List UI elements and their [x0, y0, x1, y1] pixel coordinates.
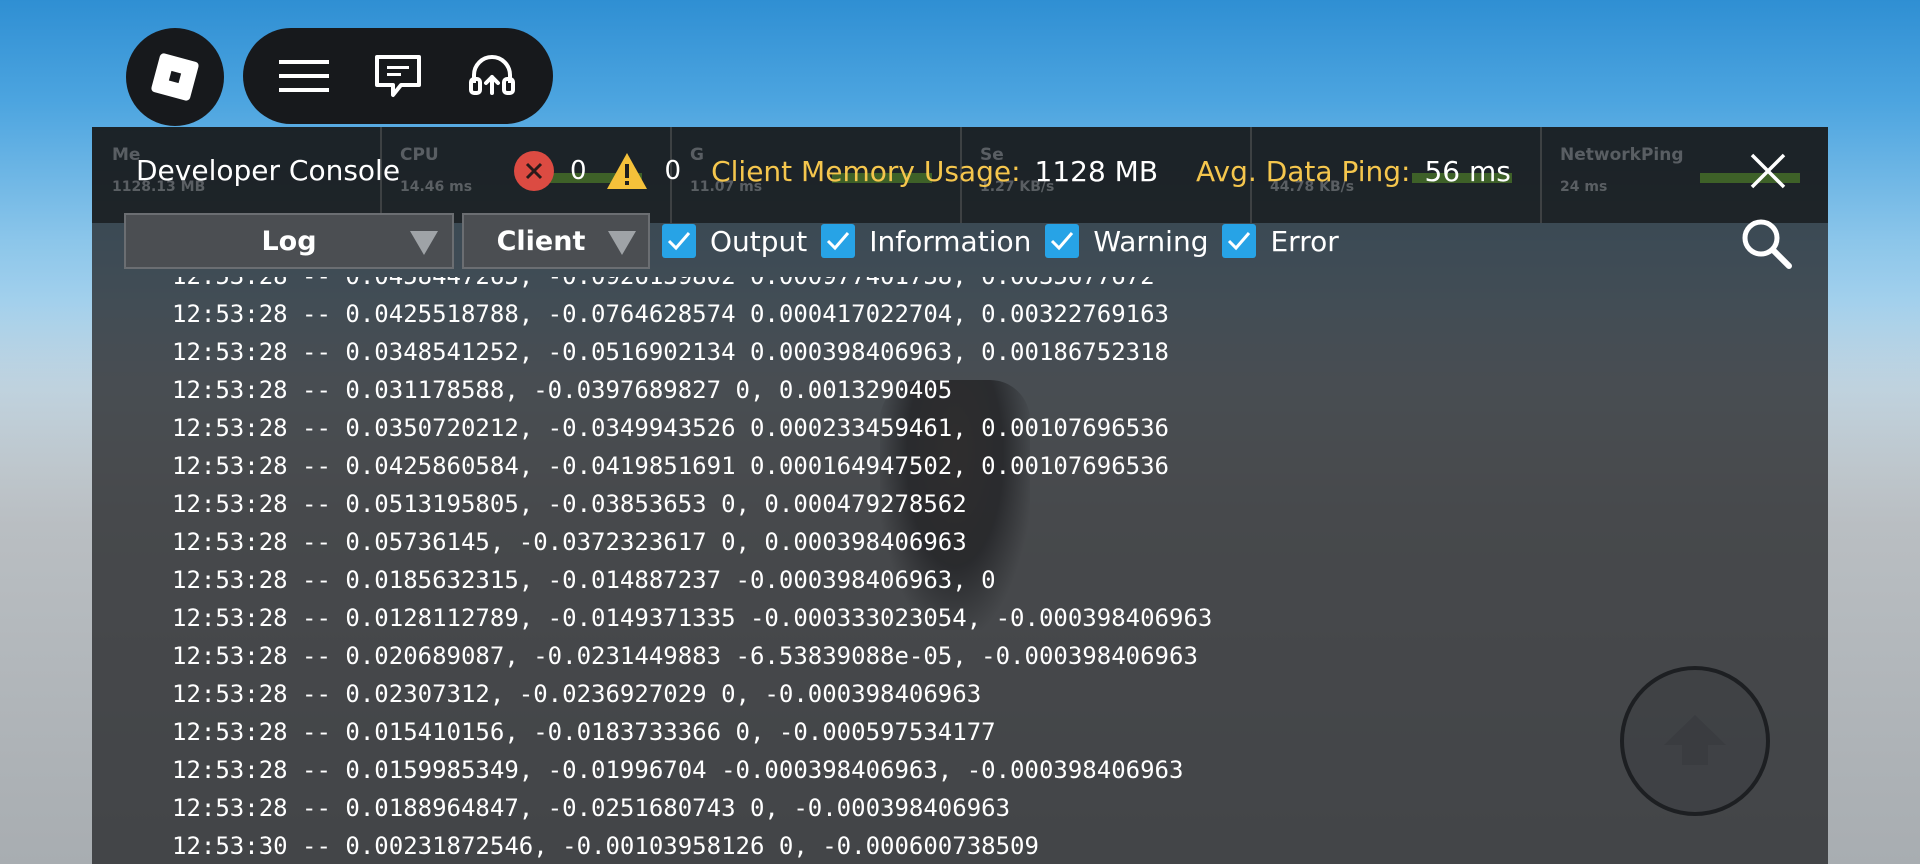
headset-icon[interactable] — [464, 48, 520, 104]
dropdown-value: Client — [496, 225, 586, 257]
roblox-logo-icon — [150, 52, 200, 102]
console-header: Developer Console 0 0 Client Memory Usag… — [92, 143, 1828, 199]
ping-value: 56 ms — [1424, 154, 1511, 188]
filter-label: Output — [710, 224, 808, 258]
search-icon[interactable] — [1738, 215, 1794, 271]
context-dropdown[interactable]: Client — [462, 213, 650, 269]
log-output[interactable]: 12:53:28 -- 0.0458447265, -0.0926139802 … — [92, 277, 1828, 864]
console-status: 0 0 Client Memory Usage: 1128 MB Avg. Da… — [514, 143, 1537, 199]
log-line: 12:53:28 -- 0.0188964847, -0.0251680743 … — [172, 794, 1011, 822]
filter-warning[interactable]: Warning — [1045, 224, 1208, 258]
filter-label: Information — [869, 224, 1032, 258]
close-icon[interactable] — [1748, 151, 1788, 191]
log-line: 12:53:28 -- 0.05736145, -0.0372323617 0,… — [172, 528, 967, 556]
filter-error[interactable]: Error — [1222, 224, 1339, 258]
filter-label: Error — [1270, 224, 1339, 258]
error-count: 0 — [570, 156, 587, 186]
log-line: 12:53:28 -- 0.0348541252, -0.0516902134 … — [172, 338, 1169, 366]
filter-bar: Log Client Output Information Warning Er… — [124, 213, 1341, 269]
dropdown-value: Log — [261, 225, 317, 257]
filter-output[interactable]: Output — [662, 224, 807, 258]
checkbox-checked-icon[interactable] — [821, 224, 856, 258]
checkbox-checked-icon[interactable] — [1222, 224, 1257, 258]
log-line: 12:53:28 -- 0.0350720212, -0.0349943526 … — [172, 414, 1169, 442]
log-line: 12:53:28 -- 0.031178588, -0.0397689827 0… — [172, 376, 953, 404]
developer-console: Me 1128.13 MB CPU 14.46 ms G 11.07 ms Se… — [92, 127, 1828, 864]
console-title: Developer Console — [136, 154, 401, 187]
warning-count: 0 — [664, 156, 682, 186]
checkbox-checked-icon[interactable] — [662, 224, 696, 258]
log-line: 12:53:28 -- 0.020689087, -0.0231449883 -… — [172, 642, 1198, 670]
log-line: 12:53:28 -- 0.0128112789, -0.0149371335 … — [172, 604, 1213, 632]
log-line: 12:53:28 -- 0.0425860584, -0.0419851691 … — [172, 452, 1169, 480]
log-line: 12:53:28 -- 0.0159985349, -0.01996704 -0… — [172, 756, 1184, 784]
arrow-up-icon — [1664, 715, 1726, 765]
log-line: 12:53:28 -- 0.015410156, -0.0183733366 0… — [172, 718, 996, 746]
topbar-pill — [243, 28, 553, 124]
checkbox-checked-icon[interactable] — [1045, 224, 1080, 258]
filter-label: Warning — [1093, 224, 1209, 258]
roblox-menu-button[interactable] — [126, 28, 224, 126]
chevron-down-icon — [608, 231, 636, 255]
log-line: 12:53:28 -- 0.0425518788, -0.0764628574 … — [172, 300, 1169, 328]
error-icon — [514, 151, 554, 191]
memory-value: 1128 MB — [1034, 154, 1159, 188]
warning-icon — [606, 153, 647, 189]
filter-information[interactable]: Information — [821, 224, 1031, 258]
memory-label: Client Memory Usage: — [711, 154, 1021, 188]
log-line: 12:53:28 -- 0.0458447265, -0.0926139802 … — [172, 277, 1155, 295]
log-line: 12:53:28 -- 0.0185632315, -0.014887237 -… — [172, 566, 996, 594]
log-line: 12:53:30 -- 0.00231872546, -0.0010395812… — [172, 832, 1039, 860]
chevron-down-icon — [410, 231, 438, 255]
log-line: 12:53:28 -- 0.0513195805, -0.03853653 0,… — [172, 490, 967, 518]
chat-bubble-icon[interactable] — [370, 48, 426, 104]
jump-button[interactable] — [1620, 666, 1770, 816]
log-type-dropdown[interactable]: Log — [124, 213, 454, 269]
hamburger-menu-icon[interactable] — [276, 48, 332, 104]
log-line: 12:53:28 -- 0.02307312, -0.0236927029 0,… — [172, 680, 982, 708]
ping-label: Avg. Data Ping: — [1196, 154, 1411, 188]
